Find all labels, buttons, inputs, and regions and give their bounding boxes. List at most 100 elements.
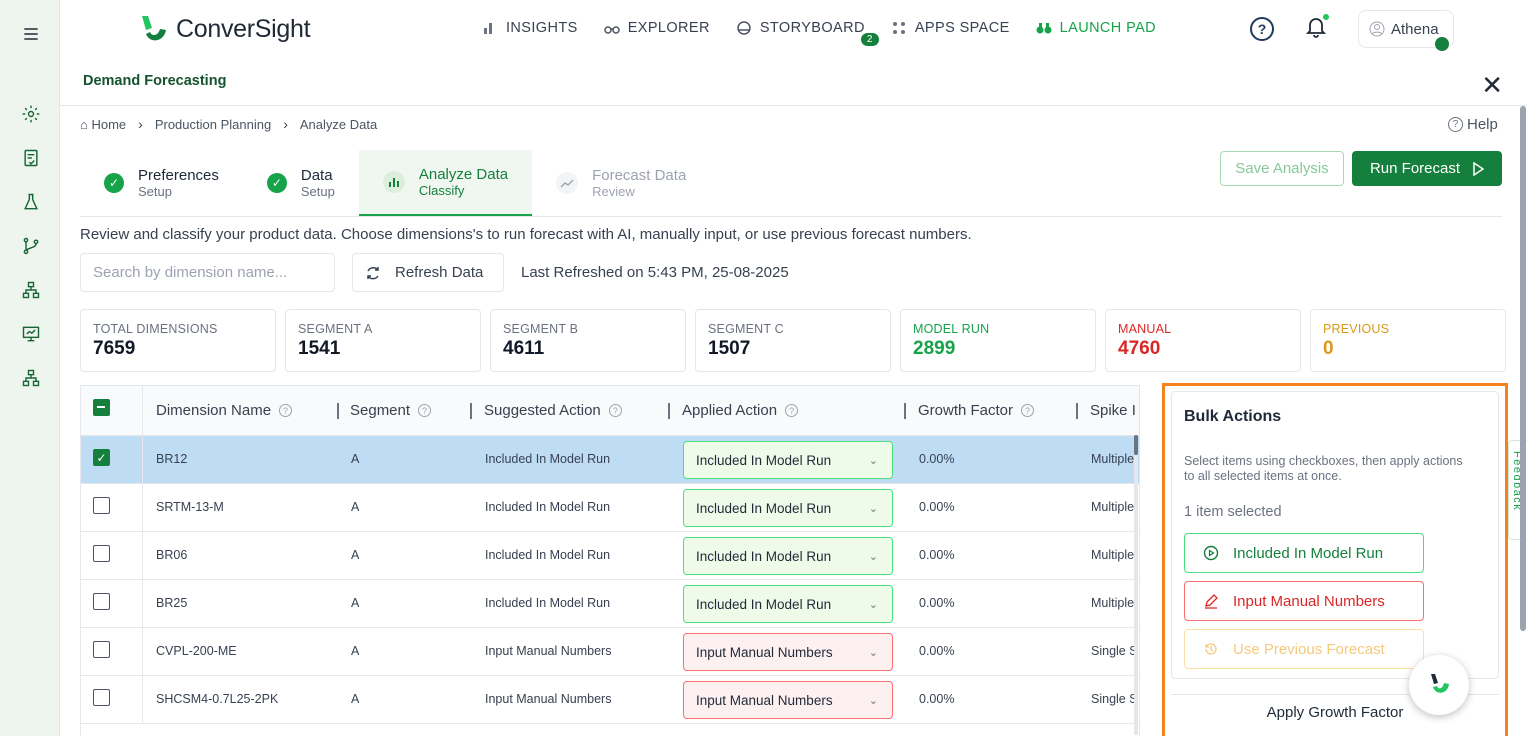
close-icon[interactable]: ✕ bbox=[1481, 70, 1503, 101]
save-analysis-button[interactable]: Save Analysis bbox=[1220, 151, 1344, 186]
stat-label: MANUAL bbox=[1118, 322, 1172, 336]
git-branch-icon[interactable] bbox=[19, 234, 43, 258]
nav-explorer[interactable]: EXPLORER bbox=[603, 20, 710, 36]
applied-action-value: Input Manual Numbers bbox=[696, 692, 833, 708]
col-applied-action[interactable]: Applied Action? bbox=[682, 402, 799, 419]
applied-action-select[interactable]: Included In Model Run ⌄ bbox=[683, 537, 893, 575]
analyze-bar-chart-icon bbox=[382, 171, 405, 193]
step-preferences[interactable]: ✓ Preferences Setup bbox=[80, 150, 243, 216]
col-segment[interactable]: Segment? bbox=[350, 402, 432, 419]
row-checkbox[interactable] bbox=[93, 593, 110, 610]
info-icon: ? bbox=[785, 404, 799, 417]
user-avatar-icon bbox=[1369, 21, 1385, 37]
row-checkbox[interactable] bbox=[93, 545, 110, 562]
applied-action-value: Included In Model Run bbox=[696, 500, 832, 516]
user-dropdown-caret-icon[interactable] bbox=[1435, 37, 1449, 51]
nav-storyboard[interactable]: STORYBOARD 2 bbox=[736, 20, 879, 46]
run-forecast-label: Run Forecast bbox=[1369, 160, 1461, 177]
table-row[interactable]: BR25 A Included In Model Run Included In Mo… bbox=[81, 580, 1139, 628]
applied-action-select[interactable]: Input Manual Numbers ⌄ bbox=[683, 633, 893, 671]
table-row[interactable]: CVPL-200-ME A Input Manual Numbers Input Ma… bbox=[81, 628, 1139, 676]
table-scrollbar[interactable] bbox=[1134, 435, 1138, 735]
help-link[interactable]: ? Help bbox=[1448, 116, 1498, 133]
row-checkbox[interactable]: ✓ bbox=[93, 449, 110, 466]
bulk-manual-label: Input Manual Numbers bbox=[1233, 592, 1385, 610]
table-row[interactable]: SHCSM4-0.7L25-2PK A Input Manual Numbers In… bbox=[81, 676, 1139, 724]
page-scrollbar[interactable] bbox=[1520, 106, 1526, 631]
column-divider[interactable] bbox=[904, 403, 906, 419]
column-divider[interactable] bbox=[668, 403, 670, 419]
bulk-actions-card: Bulk Actions Select items using checkbox… bbox=[1171, 391, 1499, 679]
brand-logo[interactable]: ConverSight bbox=[136, 12, 311, 46]
row-checkbox[interactable] bbox=[93, 497, 110, 514]
bulk-input-manual-button[interactable]: Input Manual Numbers bbox=[1184, 581, 1424, 621]
storyboard-badge: 2 bbox=[860, 33, 879, 46]
user-menu[interactable]: Athena bbox=[1358, 10, 1454, 51]
settings-icon[interactable] bbox=[19, 102, 43, 126]
table-scrollbar-thumb[interactable] bbox=[1134, 435, 1138, 455]
hierarchy-icon[interactable] bbox=[19, 278, 43, 302]
breadcrumb-home[interactable]: ⌂ Home bbox=[80, 117, 126, 132]
page-title: Demand Forecasting bbox=[83, 73, 227, 89]
column-divider[interactable] bbox=[470, 403, 472, 419]
refresh-label: Refresh Data bbox=[395, 264, 484, 281]
stat-value: 2899 bbox=[913, 338, 956, 359]
left-rail bbox=[0, 0, 60, 736]
nav-apps-space[interactable]: APPS SPACE bbox=[891, 20, 1010, 36]
breadcrumb-production-planning[interactable]: Production Planning bbox=[155, 117, 271, 132]
last-refreshed-text: Last Refreshed on 5:43 PM, 25-08-2025 bbox=[521, 264, 789, 281]
column-divider[interactable] bbox=[1076, 403, 1078, 419]
hierarchy-icon[interactable] bbox=[19, 366, 43, 390]
cell-spike: Multiple bbox=[1091, 548, 1135, 562]
col-growth-factor[interactable]: Growth Factor? bbox=[918, 402, 1035, 419]
info-icon: ? bbox=[418, 404, 432, 417]
brand-name: ConverSight bbox=[176, 14, 311, 43]
applied-action-select[interactable]: Included In Model Run ⌄ bbox=[683, 441, 893, 479]
stat-value: 4760 bbox=[1118, 338, 1161, 359]
search-input[interactable]: Search by dimension name... bbox=[80, 253, 335, 292]
help-circle-icon[interactable]: ? bbox=[1250, 17, 1274, 41]
table-row[interactable]: SRTM-13-M A Included In Model Run Included … bbox=[81, 484, 1139, 532]
table-row[interactable]: ✓ BR12 A Included In Model Run Included In M… bbox=[81, 436, 1139, 484]
run-forecast-button[interactable]: Run Forecast bbox=[1352, 151, 1502, 186]
nav-insights[interactable]: INSIGHTS bbox=[482, 20, 578, 36]
applied-action-select[interactable]: Included In Model Run ⌄ bbox=[683, 585, 893, 623]
row-checkbox[interactable] bbox=[93, 689, 110, 706]
chevron-down-icon: ⌄ bbox=[868, 550, 878, 563]
cell-segment: A bbox=[351, 500, 360, 514]
presentation-icon[interactable] bbox=[19, 322, 43, 346]
step-forecast-data[interactable]: Forecast Data Review bbox=[532, 150, 710, 216]
col-suggested-action[interactable]: Suggested Action? bbox=[484, 402, 622, 419]
brand-logo-mark-icon bbox=[136, 12, 170, 46]
stat-label: SEGMENT C bbox=[708, 322, 784, 336]
select-all-checkbox[interactable] bbox=[93, 399, 110, 416]
applied-action-select[interactable]: Input Manual Numbers ⌄ bbox=[683, 681, 893, 719]
document-check-icon[interactable] bbox=[19, 146, 43, 170]
step-analyze-data[interactable]: Analyze Data Classify bbox=[358, 150, 533, 216]
col-dimension-name[interactable]: Dimension Name? bbox=[156, 402, 293, 419]
refresh-data-button[interactable]: Refresh Data bbox=[352, 253, 504, 292]
menu-icon[interactable] bbox=[19, 22, 43, 46]
cell-spike: Multiple bbox=[1091, 596, 1135, 610]
top-right-controls: ? Athena bbox=[1250, 10, 1454, 51]
bulk-use-previous-button[interactable]: Use Previous Forecast bbox=[1184, 629, 1424, 669]
col-spike[interactable]: Spike I bbox=[1090, 402, 1136, 419]
bulk-included-model-run-button[interactable]: Included In Model Run bbox=[1184, 533, 1424, 573]
applied-action-value: Input Manual Numbers bbox=[696, 644, 833, 660]
table-row[interactable]: BR06 A Included In Model Run Included In Mo… bbox=[81, 532, 1139, 580]
applied-action-value: Included In Model Run bbox=[696, 596, 832, 612]
chevron-down-icon: ⌄ bbox=[868, 454, 878, 467]
check-circle-icon: ✓ bbox=[266, 173, 287, 193]
cell-suggested-action: Input Manual Numbers bbox=[485, 644, 612, 658]
flask-icon[interactable] bbox=[19, 190, 43, 214]
column-divider[interactable] bbox=[337, 403, 339, 419]
assistant-chat-button[interactable] bbox=[1409, 655, 1469, 715]
stat-value: 4611 bbox=[503, 338, 545, 359]
applied-action-select[interactable]: Included In Model Run ⌄ bbox=[683, 489, 893, 527]
step-data[interactable]: ✓ Data Setup bbox=[243, 150, 359, 216]
notifications-bell-icon[interactable] bbox=[1305, 13, 1329, 43]
nav-launch-pad[interactable]: LAUNCH PAD bbox=[1036, 20, 1156, 36]
cell-segment: A bbox=[351, 692, 360, 706]
row-checkbox[interactable] bbox=[93, 641, 110, 658]
notification-dot bbox=[1323, 13, 1329, 20]
